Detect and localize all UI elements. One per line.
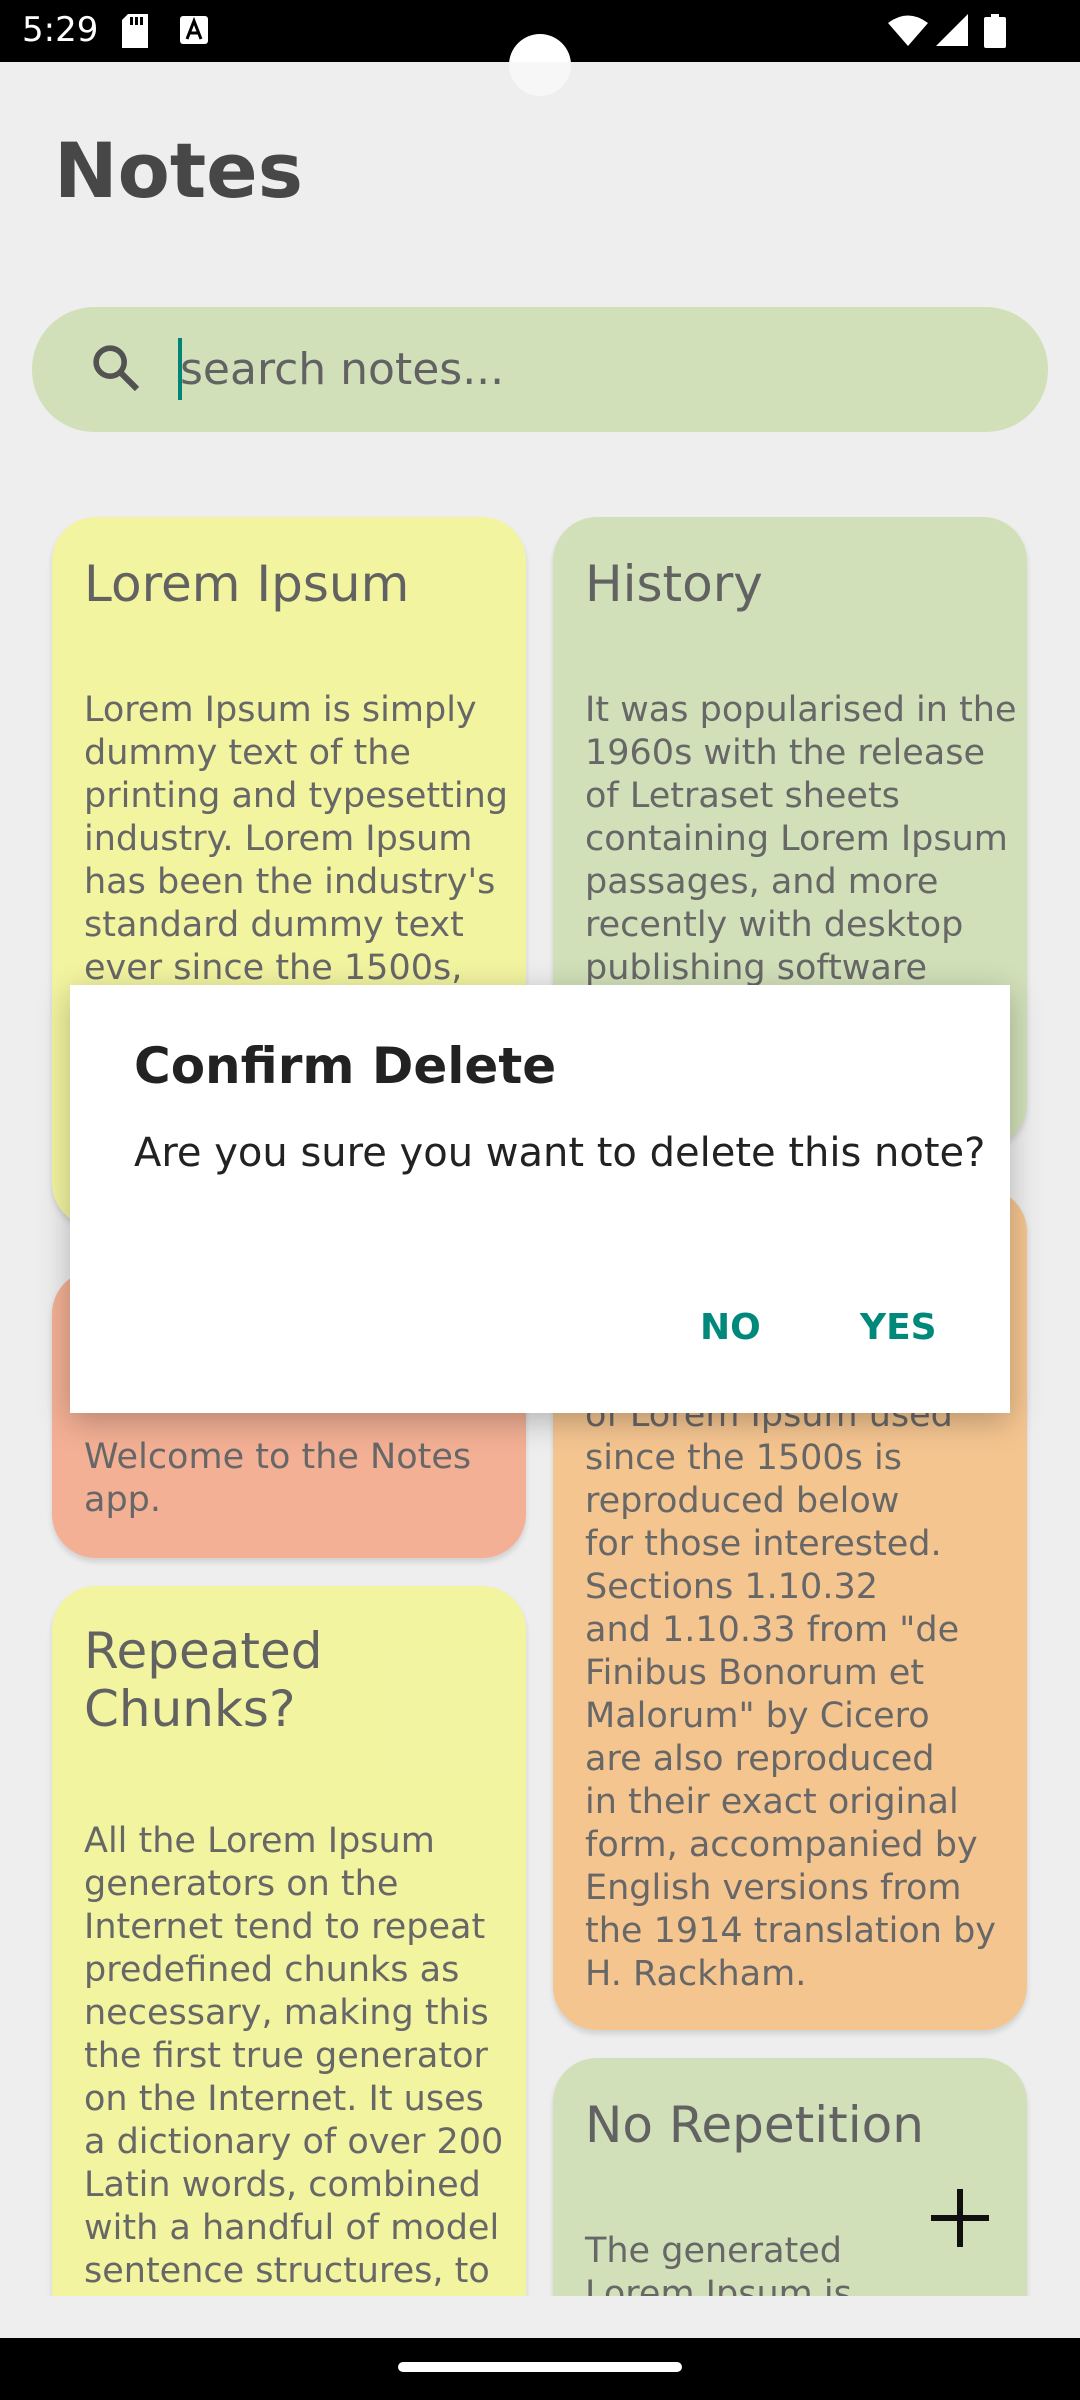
dialog-message: Are you sure you want to delete this not… xyxy=(134,1130,986,1176)
battery-icon xyxy=(984,14,1006,48)
confirm-delete-dialog: Confirm Delete Are you sure you want to … xyxy=(70,985,1010,1413)
sd-card-icon xyxy=(122,14,148,48)
signal-icon xyxy=(936,14,968,46)
dialog-title: Confirm Delete xyxy=(134,1037,557,1095)
status-time: 5:29 xyxy=(22,10,99,50)
no-button[interactable]: NO xyxy=(700,1307,761,1348)
yes-button[interactable]: YES xyxy=(860,1307,937,1348)
home-gesture-handle[interactable] xyxy=(398,2362,682,2372)
a-box-icon xyxy=(180,16,208,44)
wifi-icon xyxy=(888,15,928,46)
